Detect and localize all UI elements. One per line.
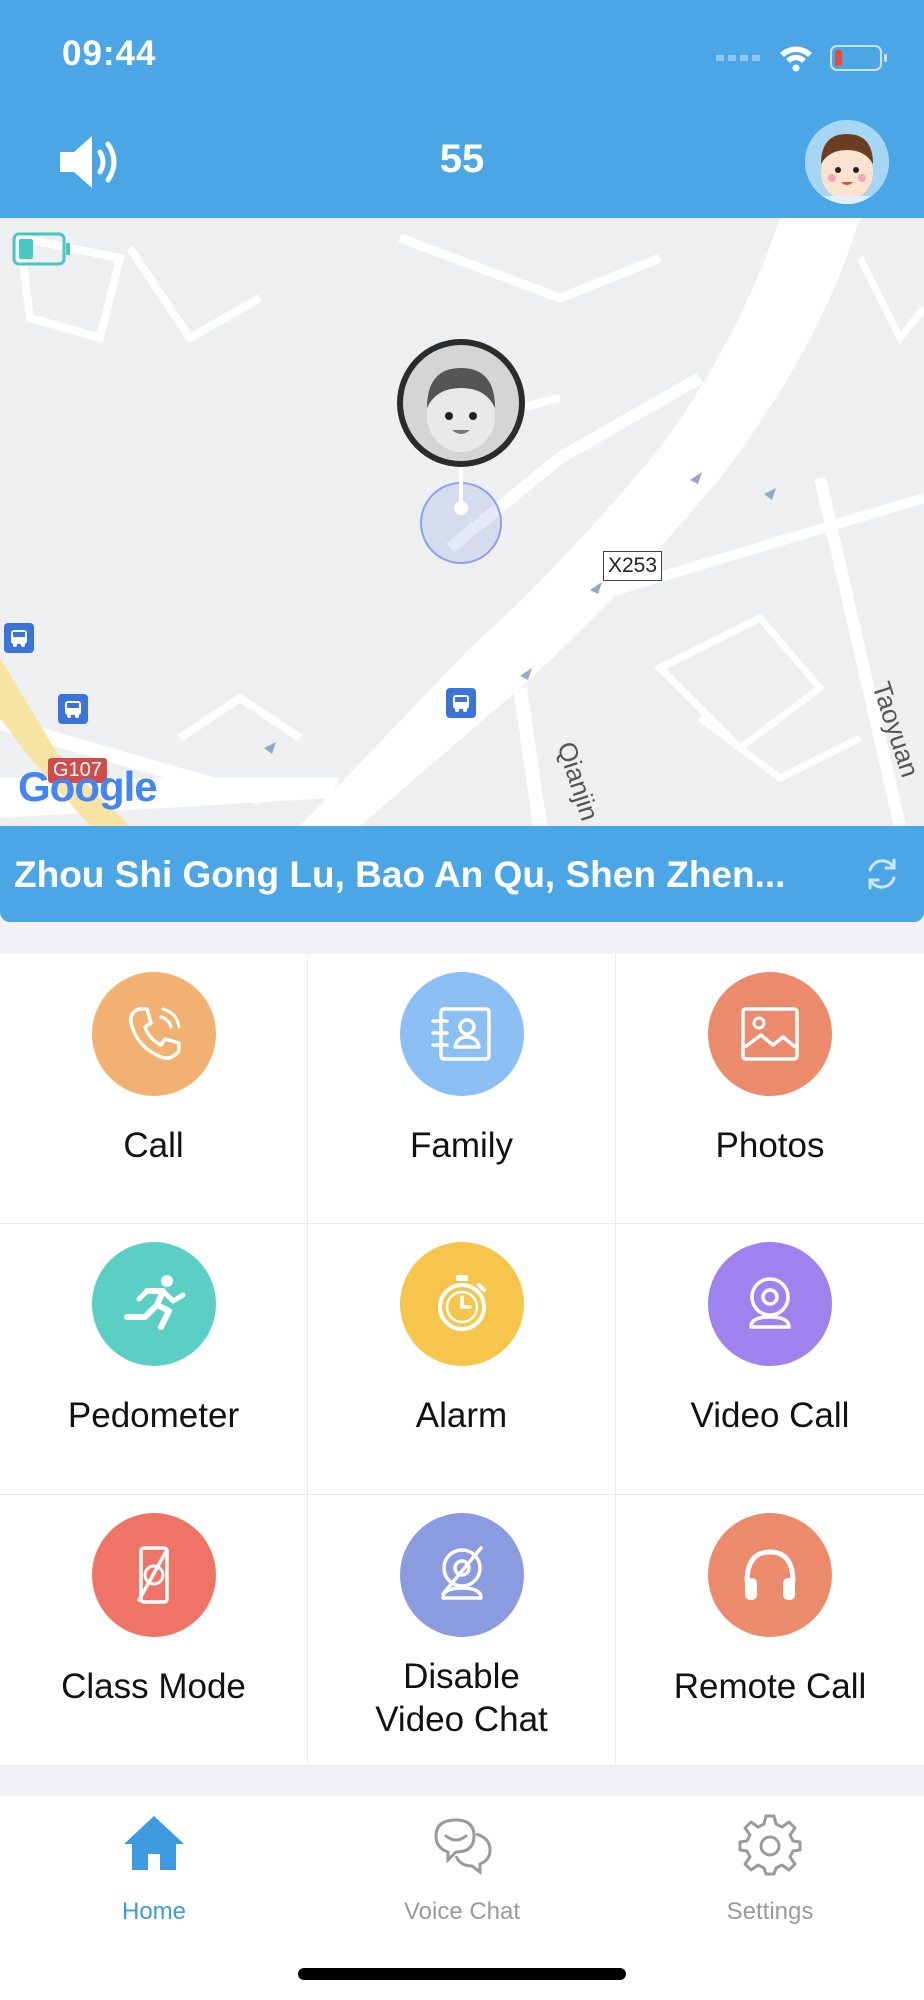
contacts-icon [430, 1007, 491, 1061]
app-header: 09:44 55 [0, 0, 924, 218]
photo-icon [741, 1007, 799, 1061]
alarm-circle [399, 1242, 524, 1366]
class-mode-icon [136, 1546, 169, 1604]
feature-photos[interactable]: Photos [616, 954, 924, 1224]
feature-label: Family [409, 1126, 514, 1165]
feature-family[interactable]: Family [308, 954, 616, 1224]
feature-remote-call[interactable]: Remote Call [616, 1495, 924, 1766]
tab-label: Settings [726, 1898, 814, 1925]
runner-icon [123, 1275, 185, 1330]
status-time: 09:44 [62, 34, 157, 73]
feature-label: Photos [715, 1126, 825, 1165]
tab-settings[interactable]: Settings [616, 1812, 924, 1925]
class-mode-circle [91, 1513, 216, 1637]
feature-label-line2: Video Chat [375, 1700, 548, 1739]
tab-label: Voice Chat [403, 1898, 521, 1925]
family-circle [399, 972, 524, 1096]
status-icons [716, 38, 888, 78]
call-circle [91, 972, 216, 1096]
disable-video-icon [440, 1546, 483, 1600]
pedometer-circle [91, 1242, 216, 1366]
refresh-icon[interactable] [862, 854, 902, 894]
headphones-icon [744, 1549, 796, 1600]
gear-icon [738, 1814, 802, 1876]
bus-stop-icon [58, 694, 88, 724]
wifi-icon [780, 46, 812, 72]
feature-label: Pedometer [67, 1396, 240, 1435]
webcam-icon [749, 1277, 791, 1329]
header-count: 55 [439, 137, 485, 181]
boy-avatar-icon [805, 120, 889, 204]
feature-label: Alarm [415, 1396, 508, 1435]
battery-icon [830, 45, 887, 71]
disable-video-circle [399, 1513, 524, 1637]
tab-voice-chat[interactable]: Voice Chat [308, 1812, 616, 1925]
feature-label: Call [123, 1126, 184, 1165]
stopwatch-icon [437, 1275, 486, 1331]
child-avatar[interactable] [805, 120, 889, 204]
phone-icon [128, 1007, 181, 1060]
location-map[interactable]: X253 Qianjin 2nd Taoyuan G107 Google [0, 218, 924, 826]
feature-label: Video Call [690, 1396, 850, 1435]
feature-pedometer[interactable]: Pedometer [0, 1224, 308, 1495]
feature-grid: Call Family Photos Pedometer Alarm Video… [0, 954, 924, 1766]
video-call-circle [708, 1242, 832, 1366]
photos-circle [708, 972, 832, 1096]
address-text: Zhou Shi Gong Lu, Bao An Qu, Shen Zhen..… [14, 854, 786, 895]
cellular-signal-icon [716, 55, 760, 61]
tab-label: Home [121, 1898, 187, 1925]
feature-video-call[interactable]: Video Call [616, 1224, 924, 1495]
feature-class-mode[interactable]: Class Mode [0, 1495, 308, 1766]
remote-call-circle [708, 1513, 832, 1637]
bus-stop-icon [446, 688, 476, 718]
watch-battery-icon [12, 232, 70, 266]
feature-label: Class Mode [61, 1667, 246, 1706]
feature-call[interactable]: Call [0, 954, 308, 1224]
road-label-x253: X253 [603, 551, 663, 581]
feature-label: Remote Call [673, 1667, 867, 1706]
feature-disable-video-chat[interactable]: Disable Video Chat [308, 1495, 616, 1766]
chat-icon [434, 1818, 492, 1875]
home-indicator [298, 1968, 626, 1980]
google-watermark: Google [18, 763, 158, 810]
map-canvas[interactable] [0, 218, 924, 826]
bus-stop-icon [4, 623, 34, 653]
feature-label-line1: Disable [403, 1657, 520, 1696]
tab-home[interactable]: Home [0, 1812, 308, 1925]
address-bar: Zhou Shi Gong Lu, Bao An Qu, Shen Zhen..… [0, 826, 924, 922]
home-icon [124, 1816, 184, 1870]
feature-alarm[interactable]: Alarm [308, 1224, 616, 1495]
feature-label: Disable Video Chat [308, 1655, 615, 1741]
